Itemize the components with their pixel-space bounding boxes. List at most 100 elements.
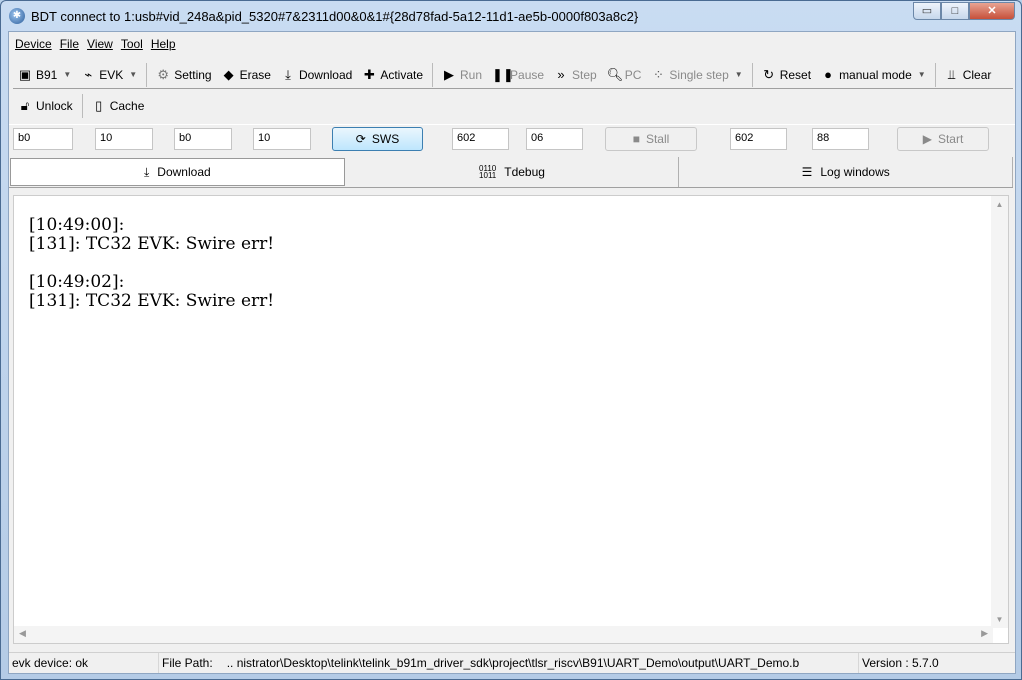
log-text: [10:49:00]: [131]: TC32 EVK: Swire err! … [29,215,275,311]
pc-button[interactable]: 🔍︎ PC [602,67,647,83]
separator [432,62,433,87]
value-field-4[interactable]: 88 [812,128,869,150]
run-button[interactable]: ▶ Run [437,67,487,83]
gear-icon: ⚙ [157,66,170,82]
separator [934,62,936,87]
separator [81,94,83,118]
board-label: EVK [99,67,124,82]
search-icon: 🔍︎ [606,66,624,82]
maximize-button[interactable]: □ [941,2,969,20]
vertical-scrollbar[interactable]: ▲ ▼ [991,196,1008,628]
unlock-button[interactable]: 🔓︎ Unlock [13,98,78,114]
chip-dropdown[interactable]: ▣ B91 ▼ [13,67,76,83]
value-field-2[interactable]: 10 [253,128,311,150]
addr-field-1[interactable]: b0 [13,128,73,150]
chevron-down-icon: ▼ [917,70,926,79]
chevron-down-icon: ▼ [734,70,743,79]
mode-dropdown[interactable]: ● manual mode ▼ [816,67,931,82]
addr-field-4[interactable]: 602 [730,128,787,150]
chevron-down-icon: ▼ [63,70,72,79]
client-area: Device File View Tool Help ▣ B91 ▼ ⌁ EVK ▼ ⚙… [8,31,1016,674]
erase-button[interactable]: ◆ Erase [217,67,276,83]
pause-button[interactable]: ❚❚ Pause [487,67,549,83]
tab-log-windows[interactable]: ☰ Log windows [679,157,1014,187]
reset-button[interactable]: ↻ Reset [757,67,816,83]
tab-label: Download [157,165,211,179]
list-icon: ☰ [801,165,813,179]
separator [146,62,148,87]
download-icon: ⤓ [143,164,150,179]
minimize-button[interactable]: ▭ [913,2,941,20]
horizontal-scrollbar[interactable]: ◀ ▶ [14,626,993,643]
addr-field-3[interactable]: 602 [452,128,509,150]
activate-label: Activate [380,67,423,82]
log-output[interactable]: [10:49:00]: [131]: TC32 EVK: Swire err! … [13,195,1009,644]
sws-row: b0 10 b0 10 ⟳ SWS 602 06 ■ Stall 602 88 ▶ S… [9,124,1015,156]
signal-icon: ⌁ [84,66,93,82]
scroll-up-icon: ▲ [995,200,1004,209]
single-step-label: Single step [669,67,729,82]
setting-button[interactable]: ⚙ Setting [151,67,216,83]
window-title: BDT connect to 1:usb#vid_248a&pid_5320#7… [31,8,639,24]
broom-icon: ⫫ [948,66,956,82]
download-label: Download [298,67,353,82]
run-icon: ▶ [444,66,454,82]
setting-label: Setting [174,67,212,82]
tab-label: Tdebug [504,165,545,179]
value-field-3[interactable]: 06 [526,128,583,150]
menu-file[interactable]: File [60,37,79,51]
step-button[interactable]: » Step [549,67,602,82]
start-label: Start [937,132,964,146]
value-field-1[interactable]: 10 [95,128,153,150]
start-button[interactable]: ▶ Start [897,127,989,151]
separator [751,62,753,87]
sws-button[interactable]: ⟳ SWS [332,127,423,151]
tab-download[interactable]: ⤓ Download [10,158,345,186]
scroll-down-icon: ▼ [995,615,1004,624]
play-icon: ▶ [922,132,932,146]
close-button[interactable]: ✕ [969,2,1015,20]
tab-label: Log windows [820,165,890,179]
menu-device[interactable]: Device [15,37,52,51]
device-status: evk device: ok [9,653,159,673]
file-path-label: File Path: [162,656,213,670]
sd-card-icon: ▯ [95,98,103,113]
chip-icon: ▣ [18,66,32,82]
pc-label: PC [624,67,642,82]
secondary-toolbar: 🔓︎ Unlock ▯ Cache [13,92,149,120]
unlock-label: Unlock [36,99,73,113]
eraser-icon: ◆ [223,66,234,82]
pause-label: Pause [510,67,545,82]
menu-tool[interactable]: Tool [121,37,143,51]
app-icon: ✱ [9,8,25,24]
chevron-down-icon: ▼ [129,70,138,79]
reset-label: Reset [779,67,812,82]
menu-bar: Device File View Tool Help [15,37,176,51]
single-step-dropdown[interactable]: ⁘ Single step ▼ [646,67,747,83]
status-bar: evk device: ok File Path: .. nistrator\De… [9,652,1015,673]
tab-bar: ⤓ Download 0110 1011 Tdebug ☰ Log windows [9,157,1014,188]
reset-icon: ↻ [763,66,775,82]
clear-button[interactable]: ⫫ Clear [940,67,997,83]
cache-label: Cache [109,99,145,113]
menu-view[interactable]: View [87,37,113,51]
file-path-value: .. nistrator\Desktop\telink\telink_b91m_… [226,656,800,670]
scroll-right-icon: ▶ [981,628,988,638]
menu-help[interactable]: Help [151,37,176,51]
sws-label: SWS [371,132,400,146]
stall-button[interactable]: ■ Stall [605,127,697,151]
tab-tdebug[interactable]: 0110 1011 Tdebug [346,157,680,187]
erase-label: Erase [239,67,271,82]
activate-button[interactable]: ✚ Activate [357,67,428,83]
refresh-icon: ⟳ [355,132,366,146]
board-dropdown[interactable]: ⌁ EVK ▼ [76,67,142,83]
stall-label: Stall [645,132,670,146]
step-icon: » [557,67,565,82]
title-bar: ✱ BDT connect to 1:usb#vid_248a&pid_5320… [9,6,638,26]
download-button[interactable]: ⤓ Download [276,67,357,83]
file-path-status: File Path: .. nistrator\Desktop\telink\te… [159,653,859,673]
addr-field-2[interactable]: b0 [174,128,232,150]
pause-icon: ❚❚ [492,66,514,82]
cache-button[interactable]: ▯ Cache [87,98,150,114]
window-frame: ✱ BDT connect to 1:usb#vid_248a&pid_5320… [0,0,1022,680]
